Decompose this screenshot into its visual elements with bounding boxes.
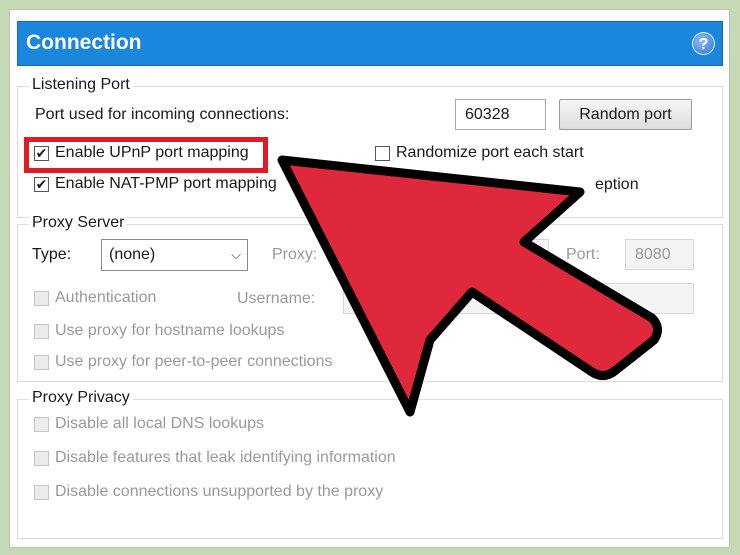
arrow-pointer-icon bbox=[277, 155, 662, 417]
